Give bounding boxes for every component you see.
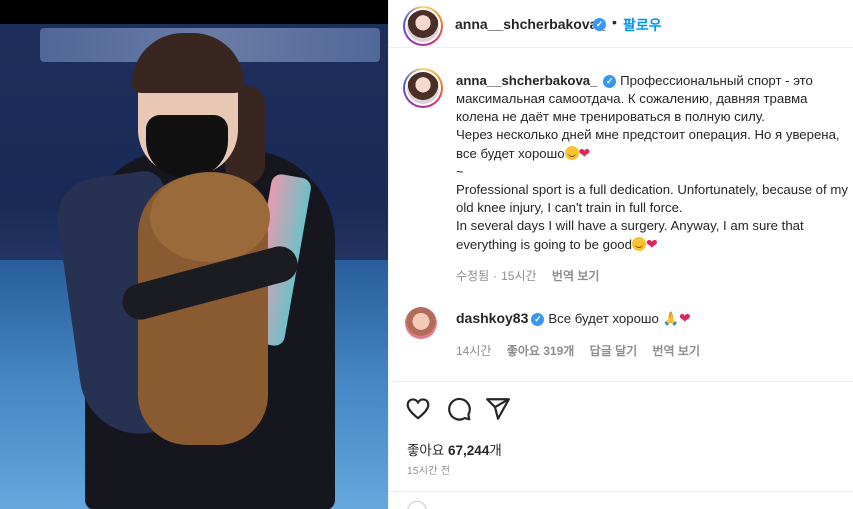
caption-author-avatar[interactable]	[403, 68, 443, 108]
post-photo[interactable]	[0, 0, 388, 509]
caption-translate-link[interactable]: 번역 보기	[552, 269, 600, 283]
comment-text: dashkoy83 ✓ Все будет хорошо 🙏❤	[456, 310, 691, 327]
comment-bubble-icon[interactable]	[446, 396, 472, 422]
commenter-avatar[interactable]	[405, 307, 437, 339]
separator-dot: •	[612, 14, 617, 30]
caption-separator: ~	[456, 164, 464, 179]
comment-input-divider	[389, 491, 853, 492]
heart-outline-icon[interactable]	[405, 396, 431, 422]
photo-teddy-bear-head	[150, 172, 270, 262]
comment-translate-link[interactable]: 번역 보기	[653, 344, 701, 358]
post-side-panel: anna__shcherbakova_ ✓ • 팔로우 anna__shcher…	[388, 0, 853, 509]
commenter-username[interactable]: dashkoy83	[456, 310, 528, 326]
author-username[interactable]: anna__shcherbakova_	[455, 16, 605, 32]
likes-suffix: 개	[489, 443, 502, 458]
follow-button[interactable]: 팔로우	[623, 15, 662, 35]
verified-badge-icon: ✓	[603, 75, 617, 89]
heart-emoji-icon: ❤	[678, 310, 691, 326]
likes-number: 67,244	[448, 443, 490, 458]
post-actions: 좋아요 67,244개 15시간 전	[389, 381, 853, 509]
caption-author-username[interactable]: anna__shcherbakova_	[456, 73, 597, 88]
caption-text: anna__shcherbakova_ ✓ Профессиональный сп…	[456, 72, 851, 254]
likes-count[interactable]: 좋아요 67,244개	[407, 439, 502, 459]
verified-badge-icon: ✓	[531, 313, 545, 327]
heart-emoji-icon: ❤	[645, 236, 658, 252]
photo-face-mask	[146, 115, 228, 177]
comment-likes[interactable]: 좋아요 319개	[507, 344, 575, 358]
comment-meta: 14시간 좋아요 319개 답글 달기 번역 보기	[456, 342, 712, 359]
verified-badge-icon: ✓	[593, 18, 606, 31]
smile-emoji-icon	[631, 237, 646, 251]
comment-time: 14시간	[456, 344, 492, 358]
post-time-ago[interactable]: 15시간 전	[407, 462, 450, 477]
heart-emoji-icon: ❤	[578, 145, 591, 161]
caption-dot: ·	[493, 269, 498, 283]
caption-en-line1: Professional sport is a full dedication.…	[456, 182, 848, 215]
caption-meta: 수정됨 · 15시간 번역 보기	[456, 267, 611, 284]
photo-top-strip	[0, 0, 388, 24]
comment-body: Все будет хорошо 🙏	[548, 311, 679, 326]
caption-time: 15시간	[501, 269, 537, 283]
caption-edited-label: 수정됨	[456, 269, 490, 283]
comment-reply-link[interactable]: 답글 달기	[590, 344, 638, 358]
paper-plane-icon[interactable]	[485, 396, 511, 422]
post-header: anna__shcherbakova_ ✓ • 팔로우	[389, 0, 853, 48]
likes-prefix: 좋아요	[407, 443, 445, 458]
caption-ru-line2: Через несколько дней мне предстоит опера…	[456, 127, 840, 161]
caption-en-line2: In several days I will have a surgery. A…	[456, 218, 804, 252]
author-avatar[interactable]	[403, 6, 443, 46]
emoji-picker-icon[interactable]	[407, 501, 427, 509]
smile-emoji-icon	[564, 146, 579, 160]
